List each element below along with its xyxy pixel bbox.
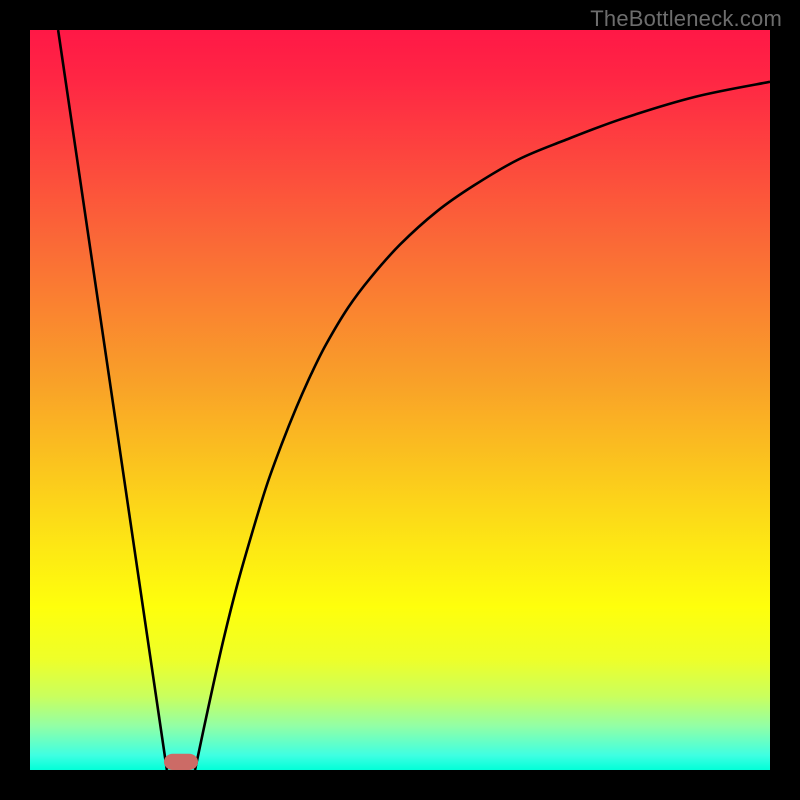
plot-area <box>30 30 770 770</box>
chart-svg <box>30 30 770 770</box>
minimum-marker <box>164 754 198 770</box>
chart-frame: TheBottleneck.com <box>0 0 800 800</box>
gradient-background <box>30 30 770 770</box>
watermark-text: TheBottleneck.com <box>590 6 782 32</box>
